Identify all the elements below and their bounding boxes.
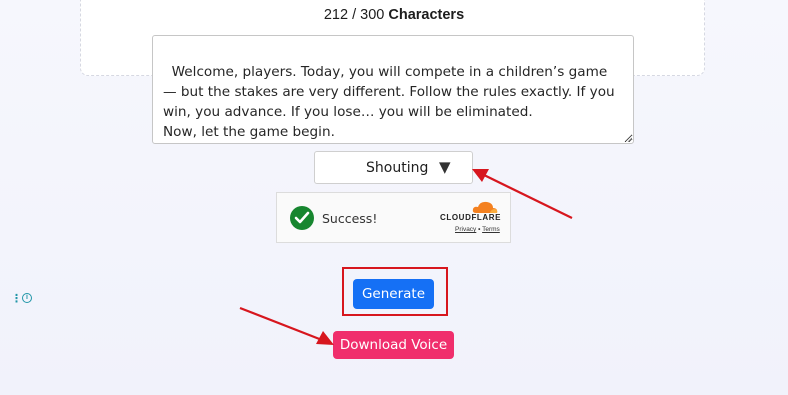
annotation-arrow-download [239, 306, 334, 345]
annotation-arrow-dropdown [472, 169, 573, 219]
annotation-arrows [239, 169, 573, 345]
